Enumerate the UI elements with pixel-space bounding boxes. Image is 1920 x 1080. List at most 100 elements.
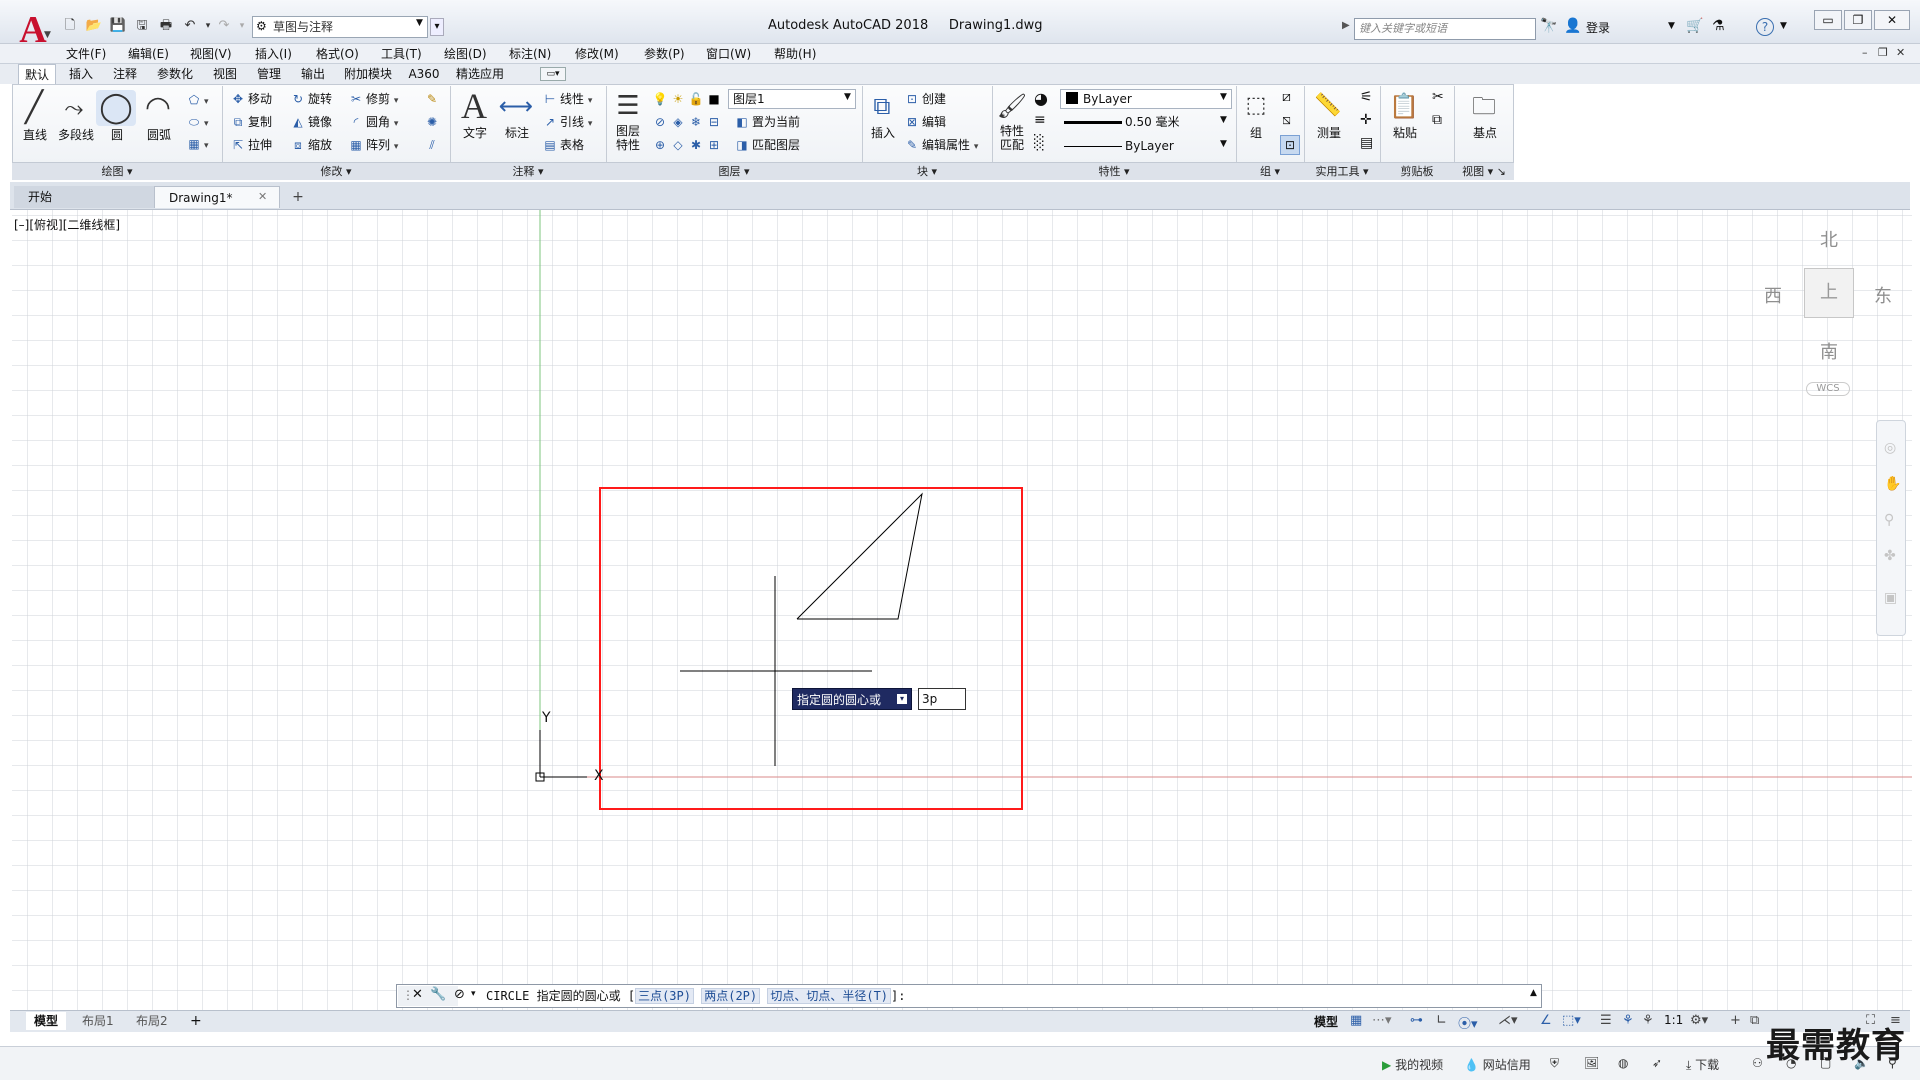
login-label[interactable]: 登录 — [1586, 19, 1610, 36]
leader-button[interactable]: ↗ 引线 ▾ — [542, 112, 592, 132]
annotation-panel-title[interactable]: 注释 ▾ — [450, 162, 606, 180]
dynamic-input-icon[interactable]: ⊶ — [1410, 1013, 1423, 1028]
edit-attributes-button[interactable]: ✎ 编辑属性 ▾ — [904, 135, 978, 155]
tab-insert[interactable]: 插入 — [62, 64, 100, 84]
point-icon[interactable]: ✛ — [1360, 112, 1372, 128]
ortho-icon[interactable]: ∟ — [1436, 1013, 1447, 1028]
tab-start[interactable]: 开始 — [14, 186, 154, 208]
viewcube-east[interactable]: 东 — [1874, 282, 1892, 308]
viewport-controls[interactable]: [–][俯视][二维线框] — [14, 216, 120, 233]
workspace-switch-icon[interactable]: ⚙▾ — [1690, 1013, 1708, 1028]
prompt-options-icon[interactable]: ▾ — [897, 694, 907, 704]
new-tab-button[interactable]: + — [288, 188, 308, 206]
tab-view[interactable]: 视图 — [206, 64, 244, 84]
color-wheel-icon[interactable]: ◕ — [1034, 89, 1048, 108]
dimension-button[interactable]: ⟷ 标注 — [496, 88, 538, 141]
tab-manage[interactable]: 管理 — [250, 64, 288, 84]
open-file-icon[interactable]: 📂 — [84, 16, 104, 36]
layer-tools-row-1[interactable]: ⊘ ◈ ❄ ⊟ — [652, 112, 724, 132]
linetype-chevron-icon[interactable]: ▼ — [1220, 139, 1227, 149]
menu-draw[interactable]: 绘图(D) — [444, 46, 487, 64]
modify-panel-title[interactable]: 修改 ▾ — [222, 162, 450, 180]
stretch-button[interactable]: ⇱ 拉伸 — [230, 135, 272, 155]
ellipse-button[interactable]: ⬭ ▾ — [186, 112, 209, 132]
utilities-panel-title[interactable]: 实用工具 ▾ — [1304, 162, 1380, 180]
match-properties-button[interactable]: 🖌 特性 匹配 — [994, 88, 1030, 152]
grid-toggle-icon[interactable]: ▦ — [1350, 1013, 1362, 1028]
arc-button[interactable]: ◠ 圆弧 — [138, 90, 180, 143]
command-history-chevron-icon[interactable]: ▲ — [1530, 988, 1537, 998]
scale-button[interactable]: ⧈ 缩放 — [290, 135, 332, 155]
tab-addins[interactable]: 附加模块 — [338, 64, 398, 84]
polygon-button[interactable]: ⬠ ▾ — [186, 90, 209, 110]
tab-parametric[interactable]: 参数化 — [150, 64, 200, 84]
group-button[interactable]: ⬚ 组 — [1238, 88, 1274, 141]
close-command-icon[interactable]: ✕ — [412, 987, 423, 1002]
layer-tools-row-2[interactable]: ⊕ ◇ ✱ ⊞ — [652, 135, 724, 155]
tab-annotate[interactable]: 注释 — [106, 64, 144, 84]
isodraft-icon[interactable]: ⋌▾ — [1498, 1013, 1518, 1028]
save-icon[interactable]: 💾 — [108, 16, 128, 36]
viewcube-south[interactable]: 南 — [1820, 338, 1838, 364]
annotation-visibility-icon[interactable]: ⚘ — [1622, 1013, 1634, 1028]
doc-minimize-button[interactable]: – — [1862, 46, 1868, 59]
calculator-icon[interactable]: ▤ — [1360, 135, 1373, 151]
color-chevron-icon[interactable]: ▼ — [1220, 92, 1227, 102]
chevron-down-icon[interactable]: ▼ — [416, 18, 423, 28]
mirror-button[interactable]: ◭ 镜像 — [290, 112, 332, 132]
layer-select[interactable]: 图层1 — [728, 89, 856, 109]
tab-layout1[interactable]: 布局1 — [74, 1012, 122, 1030]
erase-button[interactable]: ✎ — [424, 89, 442, 109]
move-button[interactable]: ✥ 移动 — [230, 89, 272, 109]
group-selection-icon[interactable]: ⊡ — [1280, 135, 1300, 155]
my-video-button[interactable]: ▶ 我的视频 — [1382, 1056, 1443, 1073]
showmotion-icon[interactable]: ▣ — [1884, 590, 1897, 606]
menu-insert[interactable]: 插入(I) — [255, 46, 292, 64]
properties-panel-title[interactable]: 特性 ▾ — [992, 162, 1236, 180]
isolate-objects-icon[interactable]: ⧉ — [1750, 1013, 1759, 1028]
tab-a360[interactable]: A360 — [404, 64, 444, 84]
option-two-point[interactable]: 两点(2P) — [701, 988, 761, 1004]
binoculars-icon[interactable]: 🔭 — [1540, 18, 1557, 34]
clipboard-panel-title[interactable]: 剪贴板 — [1380, 162, 1454, 180]
menu-edit[interactable]: 编辑(E) — [128, 46, 169, 64]
layer-state-icons[interactable]: 💡 ☀ 🔓 ■ — [652, 89, 724, 109]
zoom-icon[interactable]: ⚲ — [1884, 512, 1894, 528]
groups-panel-title[interactable]: 组 ▾ — [1236, 162, 1304, 180]
lineweight-toggle-icon[interactable]: ☰ — [1600, 1013, 1612, 1028]
option-ttr[interactable]: 切点、切点、半径(T) — [767, 988, 892, 1004]
app-menu-chevron-icon[interactable]: ▼ — [44, 30, 56, 42]
doc-restore-button[interactable]: ❐ — [1878, 46, 1888, 59]
option-three-point[interactable]: 三点(3P) — [635, 988, 694, 1004]
create-block-button[interactable]: ⊡ 创建 — [904, 89, 946, 109]
quick-select-icon[interactable]: ⚟ — [1360, 89, 1373, 105]
object-snap-icon[interactable]: ⬚▾ — [1562, 1013, 1581, 1028]
doc-close-button[interactable]: ✕ — [1896, 46, 1905, 59]
browser-icon[interactable]: ◍ — [1618, 1056, 1628, 1070]
pan-icon[interactable]: ✋ — [1884, 476, 1901, 492]
customize-wrench-icon[interactable]: 🔧 — [430, 987, 446, 1002]
orbit-icon[interactable]: ✤ — [1884, 548, 1896, 564]
array-button[interactable]: ▦ 阵列 ▾ — [348, 135, 398, 155]
close-tab-icon[interactable]: ✕ — [258, 190, 267, 203]
download-button[interactable]: ⤓ 下载 — [1686, 1056, 1719, 1073]
ungroup-icon[interactable]: ⧄ — [1282, 89, 1291, 105]
tab-featured-apps[interactable]: 精选应用 — [450, 64, 510, 84]
copy-clip-icon[interactable]: ⧉ — [1432, 112, 1442, 128]
polar-tracking-icon[interactable]: ⦿▾ — [1458, 1013, 1478, 1032]
redo-icon[interactable]: ↷ — [214, 16, 234, 36]
text-button[interactable]: A 文字 — [454, 88, 496, 141]
polyline-button[interactable]: ⤳ 多段线 — [54, 90, 98, 143]
wcs-menu[interactable]: WCS — [1806, 382, 1850, 396]
cut-icon[interactable]: ✂ — [1432, 89, 1444, 105]
layer-properties-button[interactable]: ☰ 图层 特性 — [608, 88, 648, 152]
ribbon-minimize-button[interactable]: ▭▾ — [540, 67, 566, 81]
shield-icon[interactable]: ⛨ — [1550, 1056, 1559, 1071]
circle-button[interactable]: ◯ 圆 — [96, 90, 138, 143]
block-panel-title[interactable]: 块 ▾ — [862, 162, 992, 180]
new-file-icon[interactable]: 🗋 — [60, 16, 80, 36]
menu-parametric[interactable]: 参数(P) — [644, 46, 685, 64]
table-button[interactable]: ▤ 表格 — [542, 135, 584, 155]
undo-icon[interactable]: ↶ — [180, 16, 200, 36]
base-view-button[interactable]: 🗀 基点 — [1464, 88, 1506, 141]
